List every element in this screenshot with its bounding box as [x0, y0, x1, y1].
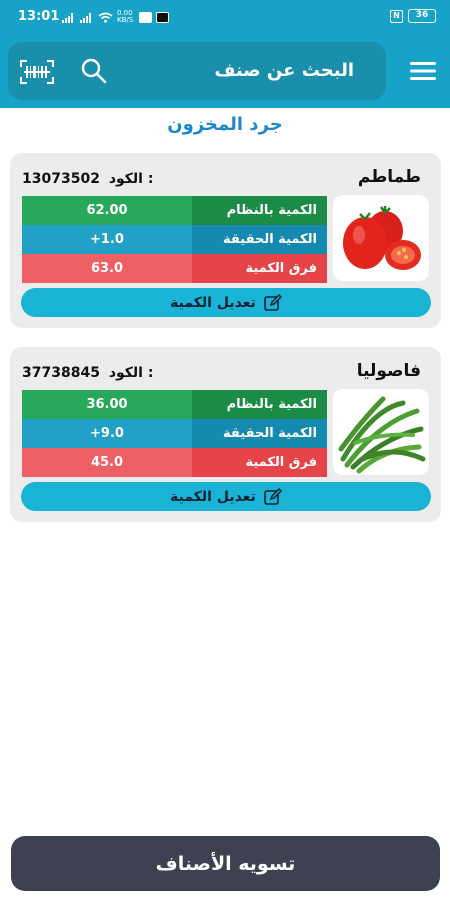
system-quantity-row: 62.00 الكمية بالنظام — [22, 196, 327, 225]
system-quantity-value: 62.00 — [22, 196, 192, 225]
system-quantity-label: الكمية بالنظام — [192, 390, 327, 419]
wifi-icon — [98, 12, 113, 23]
actual-quantity-value: +9.0 — [22, 419, 192, 448]
signal-icon-2 — [80, 12, 91, 23]
app-bar: البحث عن صنف — [0, 34, 450, 108]
quantity-difference-value: 63.0 — [22, 254, 192, 283]
signal-icon — [62, 12, 73, 23]
edit-quantity-label: تعديل الكمية — [170, 488, 256, 505]
item-code-label: الكود : — [108, 365, 154, 381]
status-notification-icons: 0.00 KB/S — [62, 10, 169, 24]
item-code-value: 37738845 — [22, 365, 100, 381]
actual-quantity-label: الكمية الحقيقة — [192, 419, 327, 448]
page-title: جرد المخزون — [167, 114, 283, 135]
data-speed: 0.00 KB/S — [117, 9, 134, 24]
status-time: 13:01 — [18, 9, 60, 24]
item-code-label: الكود : — [108, 171, 154, 187]
item-name: طماطم — [357, 167, 421, 187]
app-notification-icon-2 — [156, 11, 169, 23]
actual-quantity-value: +1.0 — [22, 225, 192, 254]
item-card: طماطم 13073502 الكود : 62.00 الكمية بالن… — [10, 153, 441, 328]
item-code: 13073502 الكود : — [22, 171, 153, 187]
system-quantity-label: الكمية بالنظام — [192, 196, 327, 225]
search-bar[interactable]: البحث عن صنف — [8, 42, 386, 100]
edit-icon — [264, 487, 282, 505]
quantity-table: 62.00 الكمية بالنظام +1.0 الكمية الحقيقة… — [22, 196, 327, 283]
edit-quantity-label: تعديل الكمية — [170, 294, 256, 311]
item-code-value: 13073502 — [22, 171, 100, 187]
actual-quantity-row: +9.0 الكمية الحقيقة — [22, 419, 327, 448]
quantity-difference-label: فرق الكمية — [192, 448, 327, 477]
search-icon[interactable] — [80, 57, 108, 85]
app-notification-icon — [139, 11, 152, 23]
item-card: فاصوليا 37738845 الكود : 36.00 الكمية با… — [10, 347, 441, 522]
edit-icon — [264, 293, 282, 311]
status-bar: 13:01 0.00 KB/S N 36 — [0, 0, 450, 34]
quantity-difference-label: فرق الكمية — [192, 254, 327, 283]
edit-quantity-button[interactable]: تعديل الكمية — [21, 482, 431, 511]
actual-quantity-row: +1.0 الكمية الحقيقة — [22, 225, 327, 254]
system-quantity-value: 36.00 — [22, 390, 192, 419]
quantity-table: 36.00 الكمية بالنظام +9.0 الكمية الحقيقة… — [22, 390, 327, 477]
search-label: البحث عن صنف — [214, 60, 354, 81]
tomato-image — [333, 195, 429, 281]
status-right-icons: N 36 — [390, 9, 436, 23]
quantity-difference-row: 63.0 فرق الكمية — [22, 254, 327, 283]
actual-quantity-label: الكمية الحقيقة — [192, 225, 327, 254]
barcode-scan-icon[interactable] — [20, 60, 54, 84]
green-beans-image — [333, 389, 429, 475]
quantity-difference-row: 45.0 فرق الكمية — [22, 448, 327, 477]
quantity-difference-value: 45.0 — [22, 448, 192, 477]
system-quantity-row: 36.00 الكمية بالنظام — [22, 390, 327, 419]
item-name: فاصوليا — [356, 361, 421, 381]
item-code: 37738845 الكود : — [22, 365, 153, 381]
battery-icon: 36 — [408, 9, 436, 23]
edit-quantity-button[interactable]: تعديل الكمية — [21, 288, 431, 317]
settle-items-button[interactable]: تسويه الأصناف — [11, 836, 440, 891]
nfc-icon: N — [390, 9, 403, 23]
menu-icon[interactable] — [410, 60, 436, 82]
